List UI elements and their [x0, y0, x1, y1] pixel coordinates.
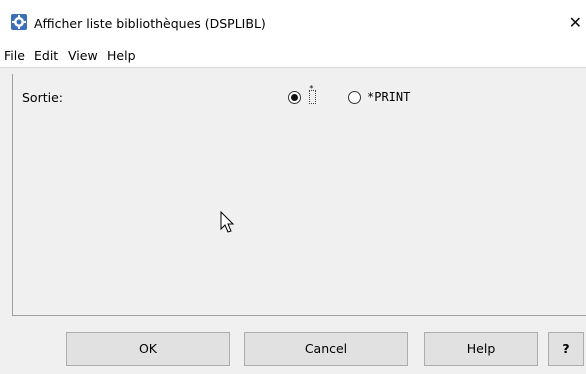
window-title: Afficher liste bibliothèques (DSPLIBL)	[34, 16, 266, 31]
menu-view[interactable]: View	[68, 48, 98, 63]
radio-star-label: *	[309, 84, 314, 93]
menu-file[interactable]: File	[4, 48, 25, 63]
menu-help[interactable]: Help	[107, 48, 136, 63]
radio-star[interactable]	[288, 91, 301, 104]
dialog-window: Afficher liste bibliothèques (DSPLIBL) ✕…	[0, 0, 586, 374]
output-label: Sortie:	[22, 90, 63, 105]
context-help-button[interactable]: ?	[548, 332, 584, 366]
cancel-button[interactable]: Cancel	[244, 332, 408, 366]
close-icon: ✕	[568, 13, 582, 32]
ok-button[interactable]: OK	[66, 332, 230, 366]
title-bar: Afficher liste bibliothèques (DSPLIBL) ✕	[0, 0, 586, 44]
radio-print[interactable]	[348, 91, 361, 104]
radio-print-label: *PRINT	[367, 90, 411, 104]
command-icon	[11, 14, 27, 30]
close-button[interactable]: ✕	[560, 8, 586, 38]
mouse-pointer-icon	[220, 211, 235, 233]
form-panel	[12, 74, 586, 316]
menu-edit[interactable]: Edit	[34, 48, 58, 63]
menu-bar: File Edit View Help	[0, 44, 586, 68]
help-button[interactable]: Help	[424, 332, 538, 366]
